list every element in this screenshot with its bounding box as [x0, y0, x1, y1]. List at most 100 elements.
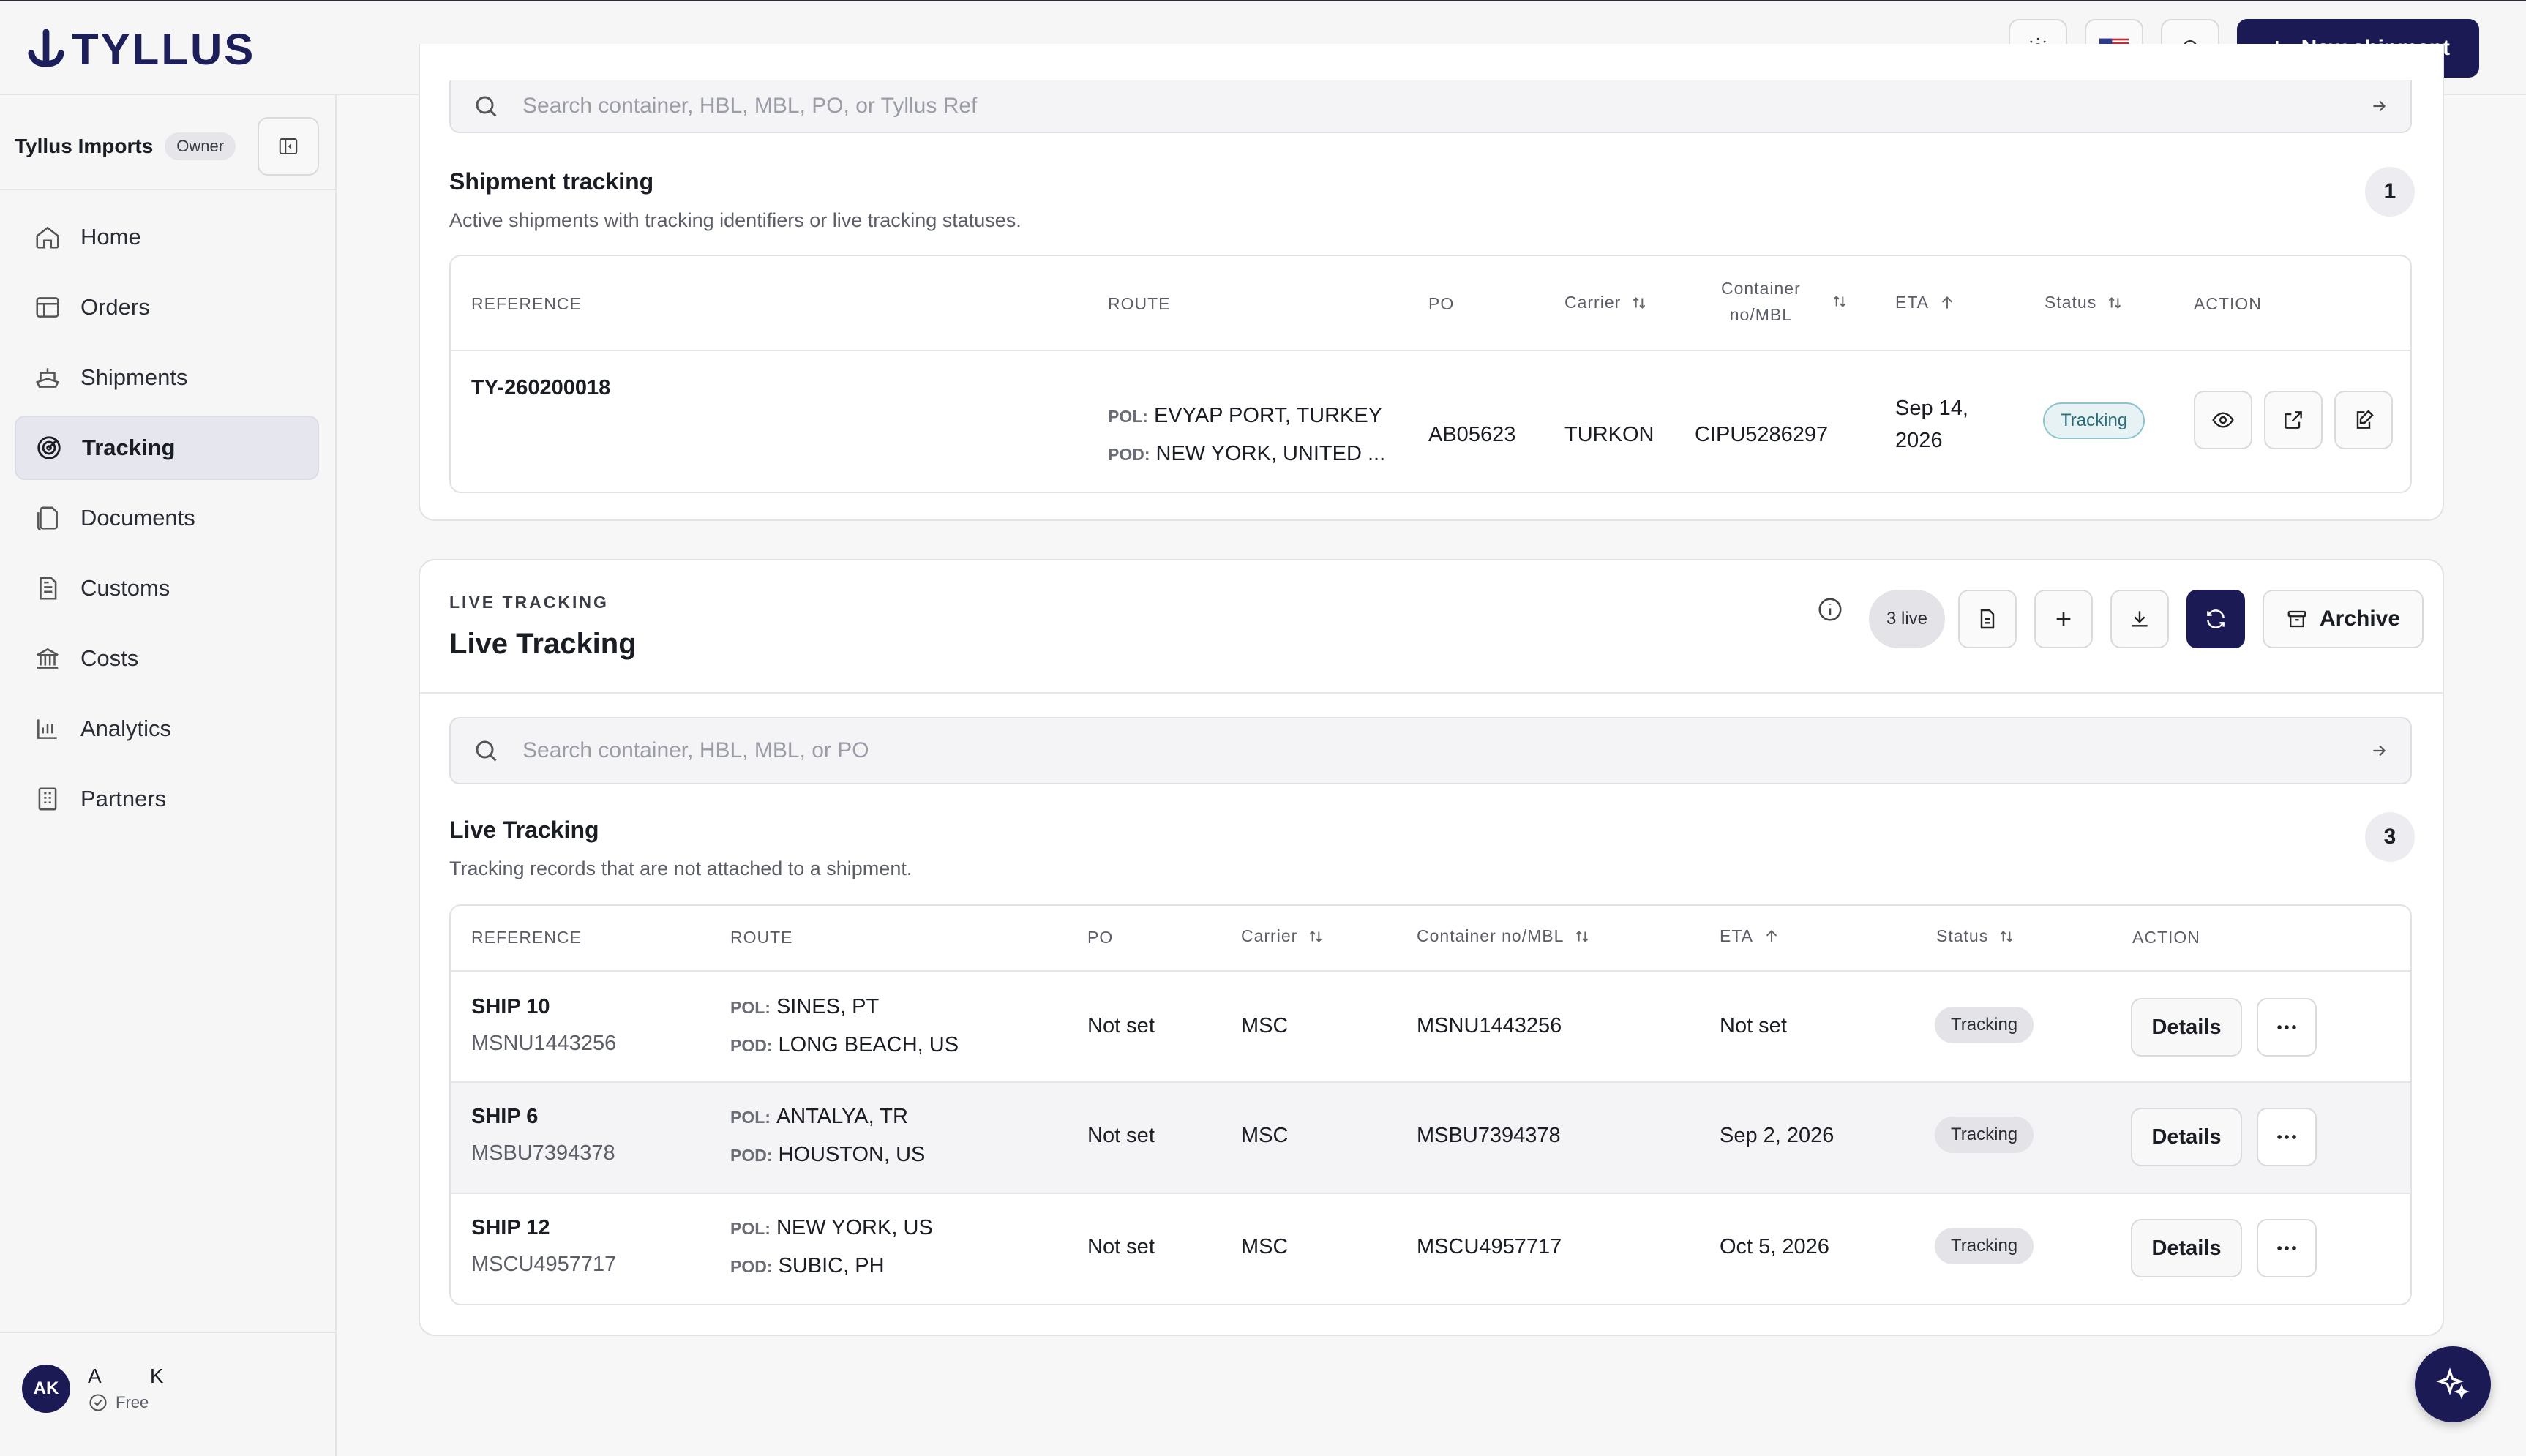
- column-header-po: PO: [1087, 928, 1114, 947]
- info-icon[interactable]: [1816, 596, 1844, 623]
- column-header-carrier[interactable]: Carrier: [1241, 926, 1325, 946]
- view-shipment-button[interactable]: [2194, 391, 2252, 449]
- sidebar-item-orders[interactable]: Orders: [15, 275, 319, 339]
- pol-value: ANTALYA, TR: [776, 1105, 908, 1128]
- plus-icon: [2056, 612, 2071, 626]
- role-badge: Owner: [165, 132, 236, 160]
- details-button[interactable]: Details: [2131, 1108, 2242, 1166]
- section-title: Live Tracking: [449, 817, 599, 843]
- carrier-value: MSC: [1241, 1124, 1289, 1147]
- column-header-status[interactable]: Status: [1936, 926, 2016, 946]
- shipment-count-badge: 1: [2365, 167, 2415, 217]
- row-container-sub: MSNU1443256: [471, 1032, 617, 1055]
- sort-icon: [2108, 296, 2121, 309]
- container-header-line1: Container: [1721, 279, 1801, 298]
- route-pod: POD: LONG BEACH, US: [730, 1033, 959, 1057]
- status-badge: Tracking: [1935, 1228, 2034, 1264]
- details-button[interactable]: Details: [2131, 1219, 2242, 1277]
- user-plan: Free: [88, 1392, 164, 1413]
- building-icon: [38, 787, 57, 811]
- column-header-reference: REFERENCE: [471, 294, 582, 313]
- pod-label: POD:: [730, 1036, 773, 1055]
- customs-icon: [40, 577, 57, 600]
- org-switcher[interactable]: Tyllus Imports Owner: [15, 116, 319, 177]
- po-value: Not set: [1087, 1124, 1155, 1147]
- row-name: SHIP 10: [471, 995, 550, 1018]
- column-header-carrier[interactable]: Carrier: [1564, 293, 1649, 312]
- table-row[interactable]: SHIP 12 MSCU4957717 POL: NEW YORK, US POD…: [451, 1194, 2410, 1304]
- live-search-input[interactable]: Search container, HBL, MBL, or PO: [449, 717, 2412, 784]
- sidebar-item-documents[interactable]: Documents: [15, 486, 319, 550]
- search-icon: [476, 96, 497, 117]
- more-options-button[interactable]: [2257, 998, 2317, 1057]
- sort-icon: [1633, 296, 1646, 309]
- orders-icon: [36, 297, 59, 318]
- user-menu[interactable]: AK A K Free: [22, 1365, 164, 1413]
- sidebar: Tyllus Imports Owner Home Orders Shipmen…: [0, 95, 337, 1456]
- pod-value: NEW YORK, UNITED ...: [1155, 442, 1386, 465]
- row-name: SHIP 6: [471, 1105, 539, 1128]
- refresh-button[interactable]: [2186, 590, 2245, 648]
- add-tracking-button[interactable]: [2034, 590, 2093, 648]
- live-count-pill: 3: [2365, 812, 2415, 862]
- open-external-button[interactable]: [2264, 391, 2323, 449]
- pod-value: HOUSTON, US: [778, 1143, 926, 1166]
- sidebar-item-tracking[interactable]: Tracking: [15, 416, 319, 480]
- sidebar-item-shipments[interactable]: Shipments: [15, 345, 319, 410]
- eta-value: Not set: [1720, 1014, 1787, 1037]
- route-pol: POL: ANTALYA, TR: [730, 1105, 908, 1129]
- table-row[interactable]: SHIP 6 MSBU7394378 POL: ANTALYA, TR POD: H…: [451, 1083, 2410, 1193]
- edit-shipment-button[interactable]: [2334, 391, 2393, 449]
- sidebar-item-label: Shipments: [80, 364, 188, 390]
- home-icon: [36, 226, 59, 249]
- column-header-action: ACTION: [2194, 294, 2262, 313]
- column-header-container[interactable]: Container no/MBL: [1417, 926, 1592, 946]
- sidebar-bottom-divider: [0, 1332, 337, 1333]
- sidebar-item-analytics[interactable]: Analytics: [15, 697, 319, 761]
- column-header-eta[interactable]: ETA: [1895, 293, 1957, 312]
- column-header-eta[interactable]: ETA: [1720, 926, 1781, 946]
- details-button[interactable]: Details: [2131, 998, 2242, 1057]
- archive-label: Archive: [2320, 607, 2401, 631]
- eta-line2: 2026: [1895, 429, 1943, 452]
- container-value: MSNU1443256: [1417, 1014, 1562, 1037]
- tyllus-logo[interactable]: TYLLUS: [25, 23, 255, 75]
- arrow-right-icon[interactable]: [2369, 741, 2388, 760]
- pod-value: SUBIC, PH: [778, 1254, 885, 1277]
- ai-assistant-button[interactable]: [2415, 1346, 2491, 1422]
- sort-icon: [1310, 930, 1322, 942]
- table-row[interactable]: SHIP 10 MSNU1443256 POL: SINES, PT POD: LO…: [451, 972, 2410, 1081]
- container-header-label: Container no/MBL: [1417, 926, 1564, 945]
- eta-header-label: ETA: [1720, 926, 1754, 945]
- pol-value: SINES, PT: [776, 995, 880, 1018]
- sidebar-item-costs[interactable]: Costs: [15, 626, 319, 691]
- sort-icon: [2000, 930, 2013, 942]
- sidebar-divider: [0, 189, 337, 190]
- live-tracking-table: REFERENCE ROUTE PO Carrier Container no/…: [449, 904, 2412, 1305]
- sidebar-item-home[interactable]: Home: [15, 205, 319, 269]
- arrow-right-icon[interactable]: [2369, 97, 2388, 116]
- collapse-sidebar-button[interactable]: [258, 117, 319, 176]
- report-button[interactable]: [1958, 590, 2017, 648]
- download-button[interactable]: [2110, 590, 2169, 648]
- sidebar-item-partners[interactable]: Partners: [15, 767, 319, 831]
- column-header-status[interactable]: Status: [2045, 293, 2124, 312]
- refresh-icon: [2207, 609, 2225, 628]
- more-options-button[interactable]: [2257, 1108, 2317, 1166]
- sidebar-item-label: Documents: [80, 505, 195, 530]
- po-value: Not set: [1087, 1014, 1155, 1037]
- pod-label: POD:: [730, 1146, 773, 1165]
- sidebar-item-label: Costs: [80, 645, 139, 671]
- more-options-button[interactable]: [2257, 1219, 2317, 1277]
- carrier-value: MSC: [1241, 1235, 1289, 1258]
- shipment-reference[interactable]: TY-260200018: [471, 376, 610, 400]
- column-header-container[interactable]: Container no/MBL: [1721, 275, 1849, 328]
- archive-button[interactable]: Archive: [2263, 590, 2424, 648]
- eye-icon: [2212, 412, 2234, 428]
- chart-icon: [37, 719, 57, 739]
- pod-label: POD:: [730, 1257, 773, 1276]
- shipment-search-input[interactable]: Search container, HBL, MBL, PO, or Tyllu…: [449, 80, 2412, 133]
- sort-icon: [1833, 296, 1846, 307]
- sidebar-item-customs[interactable]: Customs: [15, 556, 319, 620]
- shipment-table: REFERENCE ROUTE PO Carrier Container no/…: [449, 255, 2412, 493]
